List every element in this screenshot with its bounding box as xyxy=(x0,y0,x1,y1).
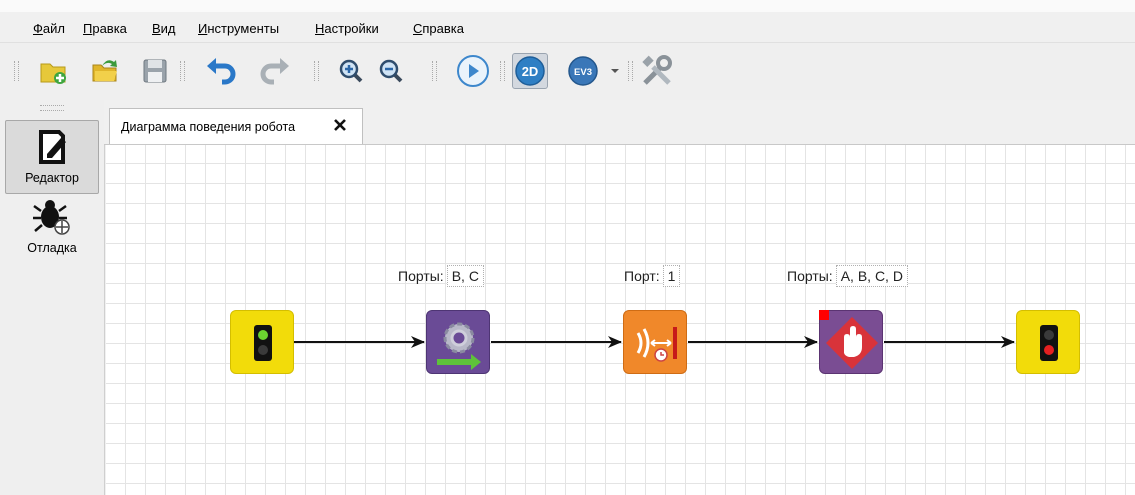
stop-ports-property: Порты: A, B, C, D xyxy=(787,265,908,287)
dock-grip xyxy=(40,105,64,111)
toolbar-separator xyxy=(628,61,633,81)
debug-mode-button[interactable]: Отладка xyxy=(5,196,99,266)
timer-port-property: Порт: 1 xyxy=(624,265,681,287)
timer-port-value[interactable]: 1 xyxy=(662,265,681,287)
undo-button[interactable] xyxy=(204,54,238,88)
wait-sensor-icon xyxy=(636,327,677,362)
redo-button[interactable] xyxy=(258,54,292,88)
zoom-in-icon xyxy=(339,59,363,83)
motors-ports-label: Порты: xyxy=(398,268,444,284)
mode-dock: Редактор Отладка xyxy=(0,100,105,495)
motor-gear-icon xyxy=(437,322,481,370)
toolbar-separator xyxy=(500,61,505,81)
robot-settings-icon xyxy=(642,55,672,85)
tab-robot-behaviour-diagram[interactable]: Диаграмма поведения робота xyxy=(109,108,363,144)
ev3-button[interactable]: EV3 xyxy=(566,54,600,88)
save-icon xyxy=(143,59,167,83)
run-button[interactable] xyxy=(456,54,490,88)
ev3-label: EV3 xyxy=(574,67,592,78)
toolbar-grip xyxy=(14,61,19,81)
traffic-light-red-icon xyxy=(1040,325,1058,361)
stop-ports-label: Порты: xyxy=(787,268,833,284)
2d-model-button[interactable]: 2D xyxy=(512,53,548,89)
menu-tools[interactable]: Инструменты xyxy=(198,21,279,36)
zoom-in-button[interactable] xyxy=(334,54,368,88)
editor-mode-button[interactable]: Редактор xyxy=(5,120,99,194)
menu-file[interactable]: Файл xyxy=(33,21,65,36)
2d-label: 2D xyxy=(522,64,539,79)
toolbar-separator xyxy=(432,61,437,81)
tab-title: Диаграмма поведения робота xyxy=(121,120,296,134)
editor-mode-label: Редактор xyxy=(25,171,79,185)
toolbar: 2D EV3 xyxy=(0,43,1135,101)
stop-motors-block[interactable] xyxy=(819,310,883,374)
open-icon xyxy=(92,60,117,82)
timer-port-label: Порт: xyxy=(624,268,660,284)
menu-bar: Файл Правка Вид Инструменты Настройки Сп… xyxy=(0,12,1135,43)
menu-view[interactable]: Вид xyxy=(152,21,176,36)
dropdown-arrow-icon xyxy=(611,69,619,73)
menu-edit[interactable]: Правка xyxy=(83,21,127,36)
undo-icon xyxy=(207,58,236,85)
ev3-icon: EV3 xyxy=(568,56,598,86)
menu-settings[interactable]: Настройки xyxy=(315,21,379,36)
zoom-out-icon xyxy=(379,59,403,83)
menu-help[interactable]: Справка xyxy=(413,21,464,36)
initial-node-block[interactable] xyxy=(230,310,294,374)
zoom-out-button[interactable] xyxy=(374,54,408,88)
new-diagram-button[interactable] xyxy=(36,54,70,88)
edit-document-icon xyxy=(39,130,66,164)
stop-ports-value[interactable]: A, B, C, D xyxy=(835,265,908,287)
robot-settings-button[interactable] xyxy=(640,54,674,88)
traffic-light-green-icon xyxy=(254,325,272,361)
motors-ports-value[interactable]: B, C xyxy=(446,265,484,287)
run-icon xyxy=(457,55,489,87)
ev3-dropdown-button[interactable] xyxy=(606,54,624,88)
toolbar-separator xyxy=(314,61,319,81)
toolbar-separator xyxy=(180,61,185,81)
save-button[interactable] xyxy=(138,54,172,88)
new-diagram-icon xyxy=(40,63,66,84)
motors-forward-block[interactable] xyxy=(426,310,490,374)
selection-marker xyxy=(819,310,829,320)
wait-sensor-block[interactable] xyxy=(623,310,687,374)
window-title-strip xyxy=(0,0,1135,12)
motors-ports-property: Порты: B, C xyxy=(398,265,484,287)
close-icon[interactable] xyxy=(332,117,348,133)
tab-bar: Диаграмма поведения робота xyxy=(104,100,1135,145)
stop-hand-icon xyxy=(826,317,878,369)
diagram-canvas[interactable]: Порты: B, C Порт: 1 Порты: A, B, C, D xyxy=(106,145,1135,495)
2d-model-icon: 2D xyxy=(515,56,545,86)
bug-icon xyxy=(33,200,70,235)
final-node-block[interactable] xyxy=(1016,310,1080,374)
open-button[interactable] xyxy=(88,54,122,88)
redo-icon xyxy=(260,58,289,85)
debug-mode-label: Отладка xyxy=(27,241,77,255)
